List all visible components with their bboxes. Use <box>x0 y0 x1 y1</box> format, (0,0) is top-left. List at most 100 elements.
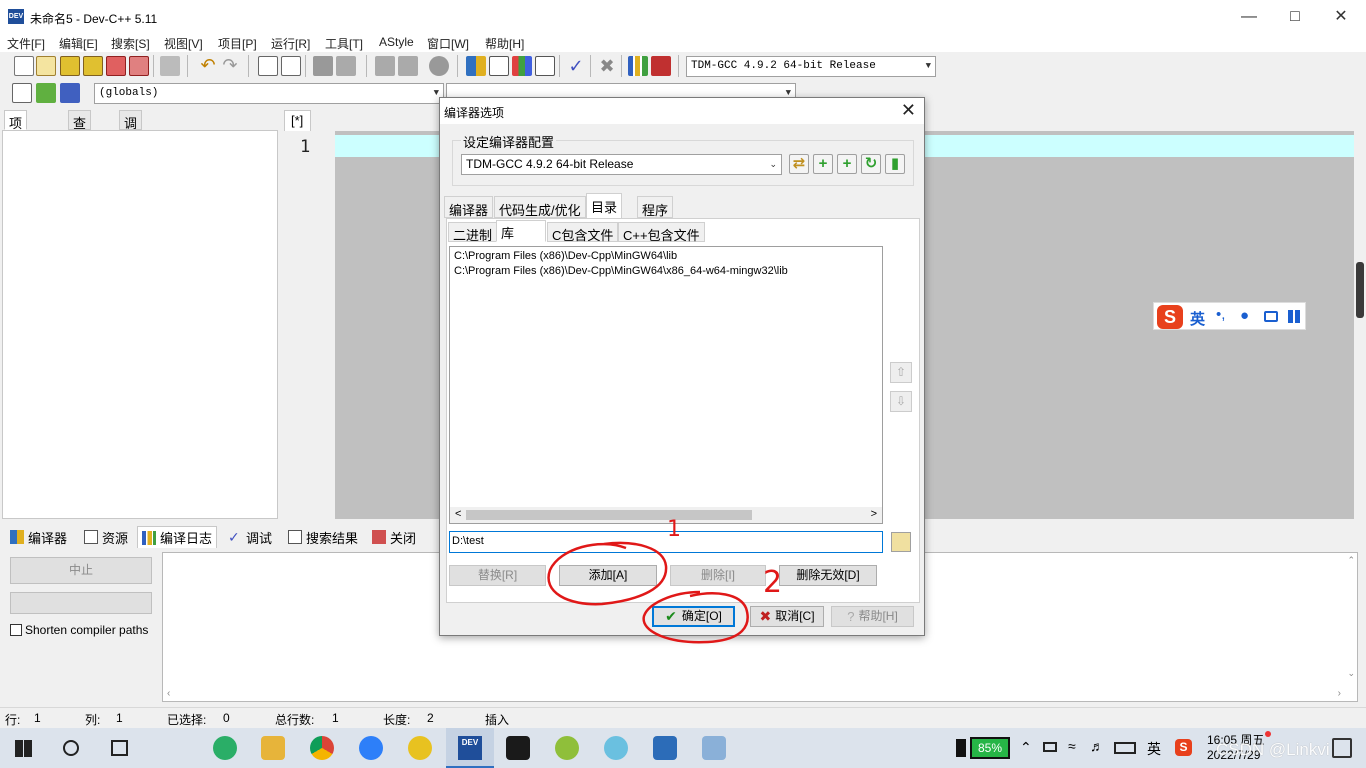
ok-button[interactable]: ✔ 确定[O] <box>652 606 735 627</box>
close-all-icon[interactable] <box>129 56 149 76</box>
close-button[interactable]: ✕ <box>1318 4 1364 30</box>
dialog-close-icon[interactable]: ✕ <box>901 100 916 121</box>
replace-button[interactable]: 替换[R] <box>449 565 546 586</box>
menu-help[interactable]: 帮助[H] <box>485 35 524 52</box>
media-player-icon[interactable] <box>555 736 579 760</box>
editor-vertical-scrollbar[interactable] <box>1354 131 1366 519</box>
subtab-cpp-includes[interactable]: C++包含文件 <box>618 222 705 243</box>
scroll-down-icon[interactable]: ⌄ <box>1347 668 1355 679</box>
export-config-icon[interactable]: ↻ <box>861 154 881 174</box>
typora-icon[interactable] <box>506 736 530 760</box>
compiler-config-select[interactable]: TDM-GCC 4.9.2 64-bit Release ⌄ <box>461 154 782 175</box>
tab-programs[interactable]: 程序 <box>637 196 674 218</box>
ime-mode-label[interactable]: 英 <box>1190 308 1205 329</box>
scroll-right-icon[interactable]: > <box>871 508 877 520</box>
rebuild-all-icon[interactable] <box>535 56 555 76</box>
add-config-icon[interactable]: + <box>813 154 833 174</box>
stop-execution-icon[interactable]: ✖ <box>597 56 617 76</box>
close-file-icon[interactable] <box>106 56 126 76</box>
subtab-libraries[interactable]: 库 <box>496 220 546 242</box>
file-explorer-icon[interactable] <box>261 736 285 760</box>
save-all-icon[interactable] <box>83 56 103 76</box>
menu-window[interactable]: 窗口[W] <box>427 35 469 52</box>
open-file-icon[interactable] <box>36 56 56 76</box>
menu-tools[interactable]: 工具[T] <box>325 35 363 52</box>
menu-search[interactable]: 搜索[S] <box>111 35 150 52</box>
360-icon[interactable] <box>408 736 432 760</box>
keyboard-icon[interactable] <box>1264 311 1278 322</box>
chevron-up-icon[interactable]: ⌃ <box>1020 739 1032 756</box>
tab-compile-log[interactable]: 编译日志 <box>137 526 218 548</box>
scroll-right-icon[interactable]: › <box>1338 688 1341 699</box>
scope-select[interactable]: (globals) ▼ <box>94 83 444 104</box>
list-item[interactable]: C:\Program Files (x86)\Dev-Cpp\MinGW64\l… <box>454 250 677 262</box>
move-down-button[interactable]: ⇩ <box>890 391 912 412</box>
add-copy-config-icon[interactable]: + <box>837 154 857 174</box>
minimize-button[interactable]: — <box>1226 4 1272 30</box>
menu-file[interactable]: 文件[F] <box>7 35 45 52</box>
rename-config-icon[interactable]: ⇄ <box>789 154 809 174</box>
compiler-select[interactable]: TDM-GCC 4.9.2 64-bit Release ▼ <box>686 56 936 77</box>
tab-untitled5[interactable]: [*] 未命名5 <box>284 110 311 200</box>
windows-start-icon[interactable] <box>15 740 32 757</box>
list-horizontal-scrollbar[interactable]: < > <box>450 507 882 523</box>
menu-astyle[interactable]: AStyle <box>379 35 414 49</box>
cancel-button[interactable]: ✖ 取消[C] <box>750 606 824 627</box>
tab-close[interactable]: 关闭 <box>368 526 420 548</box>
directory-path-input[interactable]: D:\test <box>449 531 883 553</box>
save-icon[interactable] <box>60 56 80 76</box>
menu-project[interactable]: 项目[P] <box>218 35 257 52</box>
keyboard-icon[interactable] <box>1114 742 1136 754</box>
chrome-icon[interactable] <box>310 736 334 760</box>
punctuation-icon[interactable]: •, <box>1216 306 1225 323</box>
search-icon[interactable] <box>63 740 79 756</box>
notification-center-icon[interactable] <box>1332 738 1352 758</box>
pinwheel-icon[interactable] <box>604 736 628 760</box>
devcpp-taskbar-item[interactable]: DEV <box>446 728 494 768</box>
tab-compiler-settings[interactable]: 编译器 <box>444 196 494 218</box>
tab-debug[interactable]: 调试 <box>119 110 143 150</box>
scroll-up-icon[interactable]: ⌃ <box>1347 555 1355 566</box>
directory-list[interactable]: C:\Program Files (x86)\Dev-Cpp\MinGW64\l… <box>449 246 883 524</box>
tab-project[interactable]: 项目管理 <box>4 110 28 188</box>
compile-run-icon[interactable] <box>512 56 532 76</box>
goto-bookmark-icon[interactable] <box>313 56 333 76</box>
tab-search-results[interactable]: 搜索结果 <box>284 526 362 548</box>
profile-icon[interactable] <box>628 56 648 76</box>
tab-code-generation[interactable]: 代码生成/优化 <box>494 196 586 218</box>
redo-icon[interactable]: ↷ <box>220 56 240 76</box>
ime-toolbar[interactable]: S 英 •, ● <box>1153 302 1306 330</box>
toolbox-icon[interactable] <box>1288 310 1301 323</box>
check-syntax-icon[interactable]: ✓ <box>566 56 586 76</box>
tab-compiler[interactable]: 编译器 <box>6 526 71 548</box>
abort-button[interactable]: 中止 <box>10 557 152 584</box>
menu-run[interactable]: 运行[R] <box>271 35 310 52</box>
replace-icon[interactable] <box>281 56 301 76</box>
toggle-comment-icon[interactable] <box>429 56 449 76</box>
move-up-button[interactable]: ⇧ <box>890 362 912 383</box>
maximize-button[interactable]: □ <box>1272 4 1318 30</box>
tab-directories[interactable]: 目录 <box>586 193 623 219</box>
insert-code-icon[interactable] <box>12 83 32 103</box>
tab-class-browser[interactable]: 查看类 <box>68 110 92 169</box>
wechat-icon[interactable] <box>213 736 237 760</box>
menu-view[interactable]: 视图[V] <box>164 35 203 52</box>
battery-indicator[interactable]: 85% <box>970 737 1010 759</box>
find-icon[interactable] <box>258 56 278 76</box>
compile-icon[interactable] <box>466 56 486 76</box>
network-device-icon[interactable] <box>1043 742 1057 752</box>
delete-config-icon[interactable]: ▮ <box>885 154 905 174</box>
delete-invalid-button[interactable]: 删除无效[D] <box>779 565 877 586</box>
print-icon[interactable] <box>160 56 180 76</box>
project-tree[interactable] <box>2 130 278 519</box>
goto-line-icon[interactable] <box>336 56 356 76</box>
microphone-icon[interactable]: ● <box>1240 307 1249 324</box>
run-icon[interactable] <box>489 56 509 76</box>
undo-icon[interactable]: ↶ <box>198 56 218 76</box>
menu-edit[interactable]: 编辑[E] <box>59 35 98 52</box>
indent-icon[interactable] <box>375 56 395 76</box>
list-scroll-thumb[interactable] <box>466 510 752 520</box>
window-app-icon[interactable] <box>653 736 677 760</box>
new-file-icon[interactable] <box>14 56 34 76</box>
editor-scroll-thumb[interactable] <box>1356 262 1364 318</box>
